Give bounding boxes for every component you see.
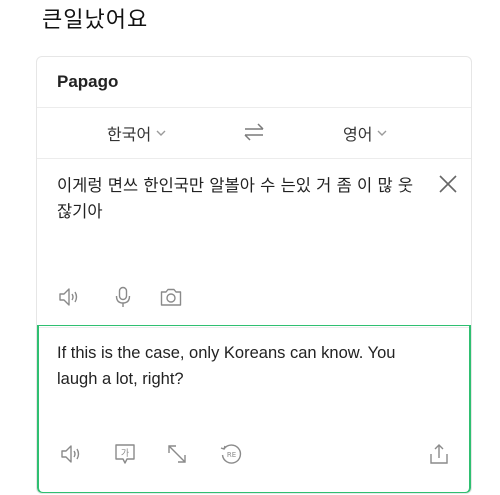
translation-text: If this is the case, only Koreans can kn… xyxy=(57,344,396,388)
close-icon[interactable] xyxy=(437,173,459,195)
microphone-icon[interactable] xyxy=(111,285,135,309)
swap-languages-icon[interactable] xyxy=(242,122,266,142)
speaker-icon[interactable] xyxy=(57,285,81,309)
app-title: Papago xyxy=(57,72,119,91)
target-language-select[interactable]: 영어 xyxy=(343,121,388,145)
language-bar: 한국어 영어 xyxy=(37,108,471,159)
source-language-select[interactable]: 한국어 xyxy=(107,121,167,145)
source-language-label: 한국어 xyxy=(107,125,152,144)
retranslate-glyph: RE xyxy=(227,451,236,459)
camera-icon[interactable] xyxy=(159,285,183,309)
speaker-icon[interactable] xyxy=(59,442,83,466)
chevron-down-icon xyxy=(377,130,387,136)
app-header: Papago xyxy=(37,57,471,108)
retranslate-icon[interactable]: RE xyxy=(219,442,243,466)
honorific-icon[interactable]: 가 xyxy=(113,442,137,466)
target-language-label: 영어 xyxy=(343,125,373,144)
source-input-area[interactable]: 이게렁 면쓰 한인국만 알볼아 수 는있 거 좀 이 많 웃잖기아 xyxy=(37,159,471,328)
source-text[interactable]: 이게렁 면쓰 한인국만 알볼아 수 는있 거 좀 이 많 웃잖기아 xyxy=(57,173,417,225)
expand-icon[interactable] xyxy=(165,442,189,466)
honorific-glyph: 가 xyxy=(121,448,129,459)
share-icon[interactable] xyxy=(427,442,451,466)
papago-card: Papago 한국어 영어 이게렁 면쓰 한인국만 알볼아 수 는있 거 좀 이… xyxy=(36,56,472,494)
translation-output-area: If this is the case, only Koreans can kn… xyxy=(37,325,471,493)
post-title: 큰일났어요 xyxy=(42,8,149,33)
chevron-down-icon xyxy=(156,130,166,136)
